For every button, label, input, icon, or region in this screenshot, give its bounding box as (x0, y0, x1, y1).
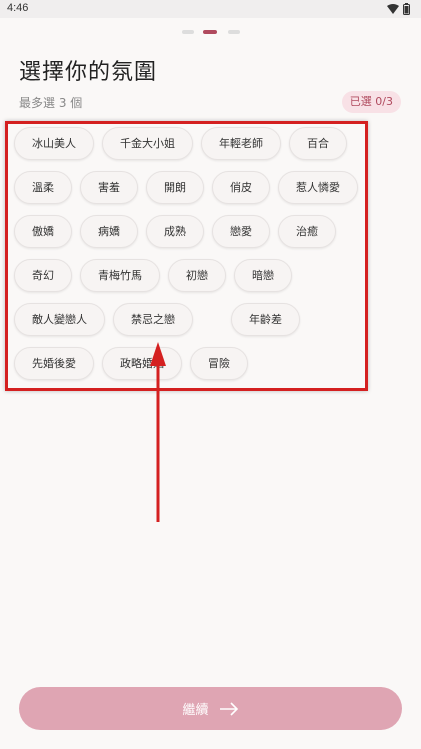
page-indicator (182, 30, 242, 35)
page-dot-3 (228, 30, 240, 34)
page-dot-2-active (203, 30, 217, 34)
status-bar: 4:46 (0, 0, 421, 18)
arrow-right-icon (219, 701, 238, 716)
annotation-highlight-box (5, 121, 368, 391)
status-time: 4:46 (7, 2, 29, 14)
continue-button[interactable]: 繼續 (19, 687, 402, 730)
annotation-arrow-icon (150, 342, 166, 522)
continue-button-label: 繼續 (182, 702, 209, 717)
selection-limit-text: 最多選 3 個 (19, 96, 83, 110)
page-title: 選擇你的氛圍 (19, 60, 158, 85)
battery-icon (403, 3, 410, 15)
selection-counter-badge: 已選 0/3 (341, 91, 401, 113)
wifi-icon (387, 4, 399, 14)
page-dot-1 (182, 30, 194, 34)
